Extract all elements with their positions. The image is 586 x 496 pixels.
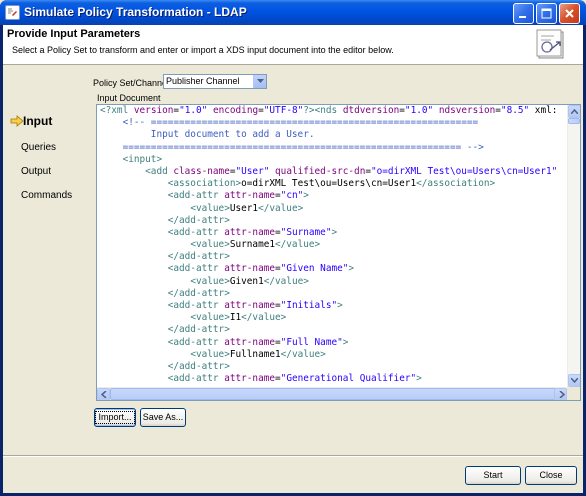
xml-line[interactable]: ========================================…	[100, 142, 567, 154]
xml-line[interactable]: </add-attr>	[100, 251, 567, 263]
document-transform-icon	[536, 29, 564, 59]
xml-editor[interactable]: <?xml version="1.0" encoding="UTF-8"?><n…	[96, 104, 581, 401]
xml-line[interactable]: </add-attr>	[100, 215, 567, 227]
horizontal-scrollbar[interactable]	[97, 387, 567, 400]
scroll-up-button[interactable]	[568, 105, 580, 118]
close-button[interactable]: Close	[525, 466, 577, 485]
xml-line[interactable]: <add-attr attr-name="Surname">	[100, 227, 567, 239]
minimize-icon	[519, 16, 526, 18]
title-bar[interactable]: Simulate Policy Transformation - LDAP	[0, 0, 586, 25]
chevron-right-icon	[559, 391, 565, 398]
xml-line[interactable]: Input document to add a User.	[100, 129, 567, 141]
xml-line[interactable]: <!-- ===================================…	[100, 117, 567, 129]
dropdown-button[interactable]	[253, 75, 266, 88]
xml-line[interactable]: <add-attr attr-name="Full Name">	[100, 337, 567, 349]
xml-line[interactable]: <add class-name="User" qualified-src-dn=…	[100, 166, 567, 178]
close-window-button[interactable]	[559, 3, 580, 24]
chevron-down-icon	[257, 79, 264, 83]
policy-app-icon[interactable]	[5, 5, 20, 20]
dialog-client-area: Provide Input Parameters Select a Policy…	[3, 25, 583, 493]
application-window: Simulate Policy Transformation - LDAP Pr…	[0, 0, 586, 496]
xml-line[interactable]: <add-attr attr-name="Given Name">	[100, 263, 567, 275]
vertical-scroll-thumb[interactable]	[568, 118, 580, 124]
policy-set-select[interactable]: Publisher Channel	[163, 74, 267, 89]
policy-set-label: Policy Set/Channel:	[93, 78, 172, 88]
xml-line[interactable]: <value>Given1</value>	[100, 276, 567, 288]
input-document-label: Input Document	[97, 93, 161, 103]
nav-item-input[interactable]: Input	[23, 114, 52, 128]
nav-item-output[interactable]: Output	[21, 166, 51, 177]
nav-item-queries[interactable]: Queries	[21, 142, 56, 153]
xml-line[interactable]: <association>o=dirXML Test\ou=Users\cn=U…	[100, 178, 567, 190]
scroll-right-button[interactable]	[554, 388, 567, 400]
start-button[interactable]: Start	[465, 466, 521, 485]
import-button[interactable]: Import...	[94, 408, 136, 427]
xml-line[interactable]: <value>I1</value>	[100, 312, 567, 324]
maximize-button[interactable]	[536, 3, 557, 24]
save-as-button[interactable]: Save As...	[140, 408, 186, 427]
maximize-icon	[541, 8, 552, 19]
arrow-right-icon	[10, 115, 24, 127]
scroll-left-button[interactable]	[97, 388, 110, 400]
scrollbar-corner	[567, 387, 580, 400]
xml-line[interactable]: <add-attr attr-name="Initials">	[100, 300, 567, 312]
xml-line[interactable]: <value>Surname1</value>	[100, 239, 567, 251]
page-title: Provide Input Parameters	[7, 28, 141, 40]
chevron-down-icon	[571, 378, 578, 383]
window-title: Simulate Policy Transformation - LDAP	[24, 5, 247, 19]
policy-set-selected-value: Publisher Channel	[166, 76, 240, 86]
xml-line[interactable]: </add-attr>	[100, 288, 567, 300]
scroll-down-button[interactable]	[568, 374, 580, 387]
xml-editor-content[interactable]: <?xml version="1.0" encoding="UTF-8"?><n…	[97, 105, 567, 385]
chevron-up-icon	[571, 109, 578, 114]
xml-line[interactable]: </add-attr>	[100, 324, 567, 336]
xml-line[interactable]: <value>User1</value>	[100, 203, 567, 215]
minimize-button[interactable]	[513, 3, 534, 24]
nav-item-commands[interactable]: Commands	[21, 190, 72, 201]
footer-divider	[3, 455, 583, 457]
xml-line[interactable]: </add-attr>	[100, 361, 567, 373]
chevron-left-icon	[101, 391, 107, 398]
xml-line[interactable]: <add-attr attr-name="Generational Qualif…	[100, 373, 567, 385]
xml-line[interactable]: <add-attr attr-name="cn">	[100, 190, 567, 202]
close-icon	[565, 9, 574, 18]
xml-line[interactable]: <value>Fullname1</value>	[100, 349, 567, 361]
wizard-header: Provide Input Parameters Select a Policy…	[3, 25, 583, 65]
xml-line[interactable]: <input>	[100, 154, 567, 166]
page-subtitle: Select a Policy Set to transform and ent…	[12, 45, 394, 55]
horizontal-scroll-thumb[interactable]	[110, 388, 562, 400]
xml-line[interactable]: <?xml version="1.0" encoding="UTF-8"?><n…	[100, 105, 567, 117]
vertical-scrollbar[interactable]	[567, 105, 580, 387]
